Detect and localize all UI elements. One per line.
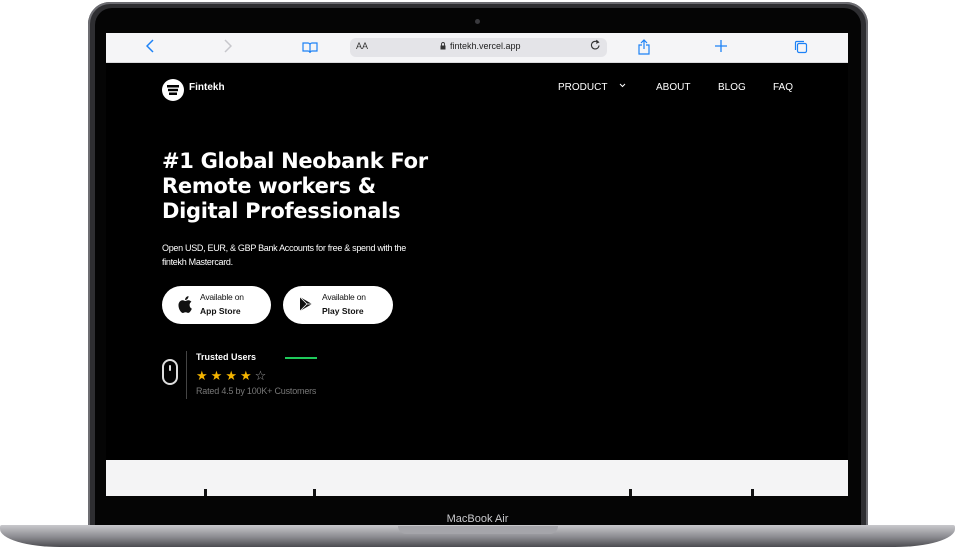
browser-toolbar: AA fintekh.vercel.app (106, 33, 848, 63)
rating-text: Rated 4.5 by 100K+ Customers (196, 386, 317, 396)
reload-icon[interactable] (590, 39, 601, 54)
url-text: fintekh.vercel.app (450, 41, 521, 51)
scroll-mouse-icon (162, 359, 178, 385)
device-model-label: MacBook Air (446, 513, 509, 525)
app-store-label: App Store (200, 306, 241, 316)
play-store-small-label: Available on (322, 292, 366, 302)
star-filled-icon: ★ (225, 369, 237, 384)
share-icon[interactable] (638, 39, 650, 59)
chevron-down-icon[interactable] (619, 80, 626, 90)
screen: AA fintekh.vercel.app Fintekh PRODUCT AB… (106, 33, 848, 496)
star-empty-icon: ☆ (254, 369, 267, 384)
star-filled-icon: ★ (196, 369, 208, 384)
reader-button[interactable]: AA (356, 41, 368, 51)
next-section-preview (106, 460, 848, 496)
chevron-left-icon[interactable] (145, 39, 154, 57)
hero-title-line: Digital Professionals (162, 199, 401, 223)
brand-name[interactable]: Fintekh (189, 82, 225, 93)
app-store-small-label: Available on (200, 292, 244, 302)
laptop-hinge-notch (398, 526, 558, 534)
book-icon[interactable] (302, 40, 318, 58)
trusted-users-accent-line (285, 357, 317, 359)
hero-subtitle-line: Open USD, EUR, & GBP Bank Accounts for f… (162, 243, 406, 253)
nav-about[interactable]: ABOUT (656, 82, 690, 93)
hero-title-line: #1 Global Neobank For (162, 149, 428, 173)
hero-title: #1 Global Neobank For Remote workers & D… (162, 149, 492, 224)
play-store-label: Play Store (322, 306, 364, 316)
plus-icon[interactable] (715, 37, 727, 55)
nav-faq[interactable]: FAQ (773, 82, 793, 93)
play-store-icon (299, 296, 312, 312)
chevron-right-icon[interactable] (224, 39, 233, 57)
trusted-users-title: Trusted Users (196, 352, 257, 362)
hero-subtitle: Open USD, EUR, & GBP Bank Accounts for f… (162, 241, 472, 269)
play-store-button[interactable]: Available on Play Store (283, 286, 393, 324)
apple-icon (178, 296, 192, 313)
nav-blog[interactable]: BLOG (718, 82, 746, 93)
brand-logo-icon[interactable] (162, 79, 184, 101)
app-store-button[interactable]: Available on App Store (162, 286, 271, 324)
lock-icon (440, 42, 446, 50)
trust-divider (186, 351, 187, 399)
star-filled-icon: ★ (210, 369, 223, 384)
address-bar[interactable]: AA fintekh.vercel.app (350, 38, 607, 57)
star-filled-icon: ★ (239, 369, 252, 384)
nav-product[interactable]: PRODUCT (558, 82, 607, 93)
website: Fintekh PRODUCT ABOUT BLOG FAQ #1 Global… (106, 63, 848, 496)
star-rating: ★ ★ ★ ★ ☆ (196, 365, 269, 384)
tabs-icon[interactable] (794, 40, 808, 58)
hero-subtitle-line: fintekh Mastercard. (162, 257, 233, 267)
camera-dot (475, 19, 480, 24)
hero-title-line: Remote workers & (162, 174, 376, 198)
